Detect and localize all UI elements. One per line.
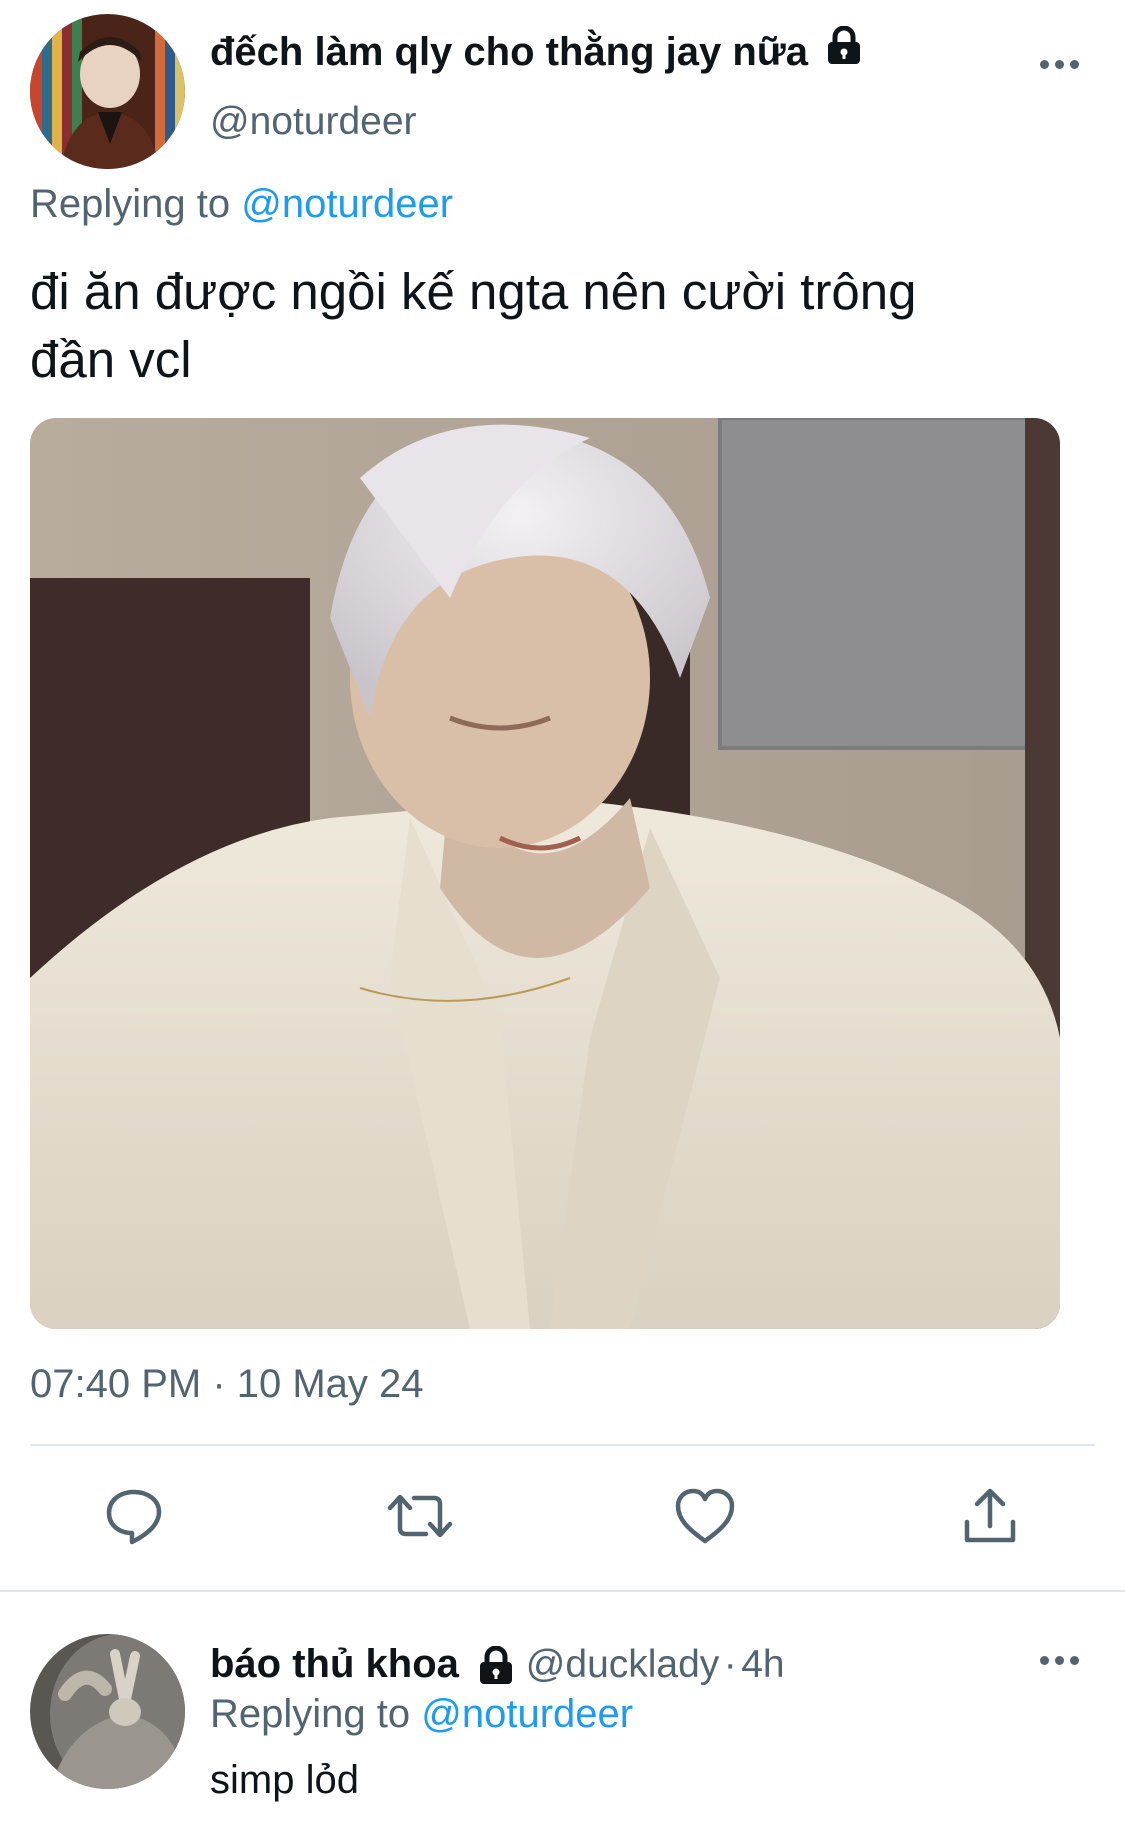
- retweet-icon: [387, 1494, 453, 1538]
- reply-button[interactable]: [94, 1476, 174, 1556]
- tweet-text-line: đần vcl: [30, 331, 192, 388]
- lock-icon: [825, 25, 863, 76]
- like-button[interactable]: [665, 1476, 745, 1556]
- reply-time[interactable]: 4h: [741, 1643, 784, 1686]
- divider: [30, 1444, 1095, 1446]
- like-icon: [675, 1488, 735, 1544]
- replying-to: Replying to @noturdeer: [30, 182, 453, 227]
- divider: [0, 1590, 1125, 1592]
- share-icon: [964, 1488, 1016, 1543]
- replying-to-label: Replying to: [210, 1692, 411, 1736]
- display-name[interactable]: đếch làm qly cho thằng jay nữa: [210, 25, 863, 76]
- reply-icon: [106, 1489, 162, 1545]
- dot-icon: [1055, 1656, 1064, 1665]
- dot-icon: [1070, 60, 1079, 69]
- retweet-button[interactable]: [380, 1476, 460, 1556]
- share-button[interactable]: [950, 1476, 1030, 1556]
- avatar-image: [30, 14, 185, 169]
- dot-icon: [1070, 1656, 1079, 1665]
- tweet-text: đi ăn được ngồi kế ngta nên cười trông đ…: [30, 258, 1100, 394]
- photo-image: [30, 418, 1060, 1329]
- reply-header: báo thủ khoa @ducklady · 4h: [210, 1642, 785, 1691]
- reply-text: simp lỏd: [210, 1758, 359, 1802]
- dot-icon: [1040, 60, 1049, 69]
- replying-to-handle[interactable]: @noturdeer: [421, 1692, 633, 1736]
- tweet-timestamp[interactable]: 07:40 PM · 10 May 24: [30, 1362, 424, 1407]
- avatar[interactable]: [30, 1634, 185, 1789]
- tweet-media[interactable]: [30, 418, 1060, 1329]
- replying-to-handle[interactable]: @noturdeer: [241, 182, 453, 226]
- time-separator: ·: [723, 1643, 737, 1686]
- dot-icon: [1055, 60, 1064, 69]
- avatar-image: [30, 1634, 185, 1789]
- user-handle[interactable]: @ducklady: [526, 1643, 720, 1686]
- display-name-text: đếch làm qly cho thằng jay nữa: [210, 30, 808, 74]
- replying-to: Replying to @noturdeer: [210, 1692, 633, 1737]
- user-handle[interactable]: @noturdeer: [210, 100, 417, 144]
- replying-to-label: Replying to: [30, 182, 231, 226]
- display-name[interactable]: báo thủ khoa: [210, 1642, 459, 1686]
- more-options-button[interactable]: [1040, 1656, 1079, 1665]
- avatar[interactable]: [30, 14, 185, 169]
- tweet-text-line: đi ăn được ngồi kế ngta nên cười trông: [30, 263, 917, 320]
- more-options-button[interactable]: [1040, 60, 1079, 69]
- lock-icon: [477, 1645, 515, 1691]
- dot-icon: [1040, 1656, 1049, 1665]
